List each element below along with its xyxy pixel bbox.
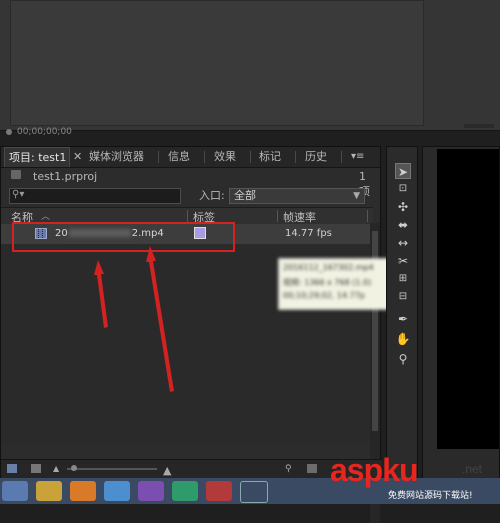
rate-stretch-tool-icon[interactable]: ↔: [395, 235, 411, 251]
selection-tool-icon[interactable]: ➤: [395, 163, 411, 179]
zoom-tool-icon[interactable]: ⚲: [395, 351, 411, 367]
taskbar-app-icon[interactable]: [206, 481, 232, 501]
track-select-tool-icon[interactable]: ⊡: [395, 181, 411, 197]
program-monitor-panel: [422, 146, 500, 504]
taskbar-app-icon[interactable]: [240, 481, 268, 503]
taskbar-app-icon[interactable]: [172, 481, 198, 501]
slip-tool-icon[interactable]: ⊞: [395, 271, 411, 287]
arrow-right: [146, 246, 174, 392]
ripple-edit-tool-icon[interactable]: ✣: [395, 199, 411, 215]
hand-tool-icon[interactable]: ✋: [395, 331, 411, 347]
slide-tool-icon[interactable]: ⊟: [395, 289, 411, 305]
watermark-tld: .net: [462, 462, 483, 476]
arrow-left: [94, 260, 108, 328]
start-icon[interactable]: [2, 481, 28, 501]
tools-panel: ➤ ⊡ ✣ ⬌ ↔ ✂ ⊞ ⊟ ✒ ✋ ⚲: [386, 146, 418, 504]
tooltip-line: 00;10;29;02, 14.77p: [283, 291, 365, 300]
watermark-subtitle: 免费网站源码下载站!: [388, 491, 473, 501]
tooltip-line: 视频: 1366 x 768 (1.0): [283, 278, 372, 287]
watermark-logo: aspku: [330, 452, 418, 488]
taskbar-app-icon[interactable]: [104, 481, 130, 501]
taskbar-app-icon[interactable]: [138, 481, 164, 501]
tooltip-line: 2016112_167302.mp4: [283, 263, 374, 272]
rolling-edit-tool-icon[interactable]: ⬌: [395, 217, 411, 233]
taskbar-app-icon[interactable]: [70, 481, 96, 501]
pen-tool-icon[interactable]: ✒: [395, 311, 411, 327]
razor-tool-icon[interactable]: ✂: [395, 253, 411, 269]
program-monitor-screen: [437, 149, 499, 449]
taskbar-app-icon[interactable]: [36, 481, 62, 501]
